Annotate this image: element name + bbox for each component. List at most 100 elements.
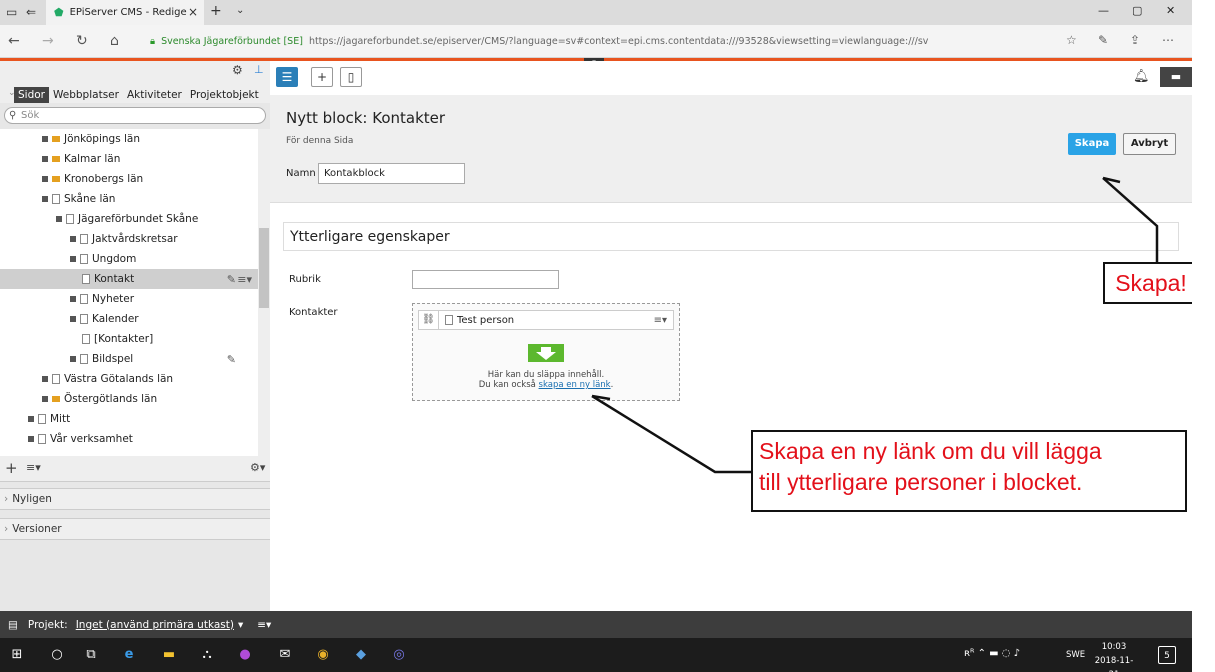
notes-icon[interactable]: ◆ <box>352 646 370 664</box>
project-menu-icon[interactable]: ≡▾ <box>257 619 271 631</box>
file-explorer-icon[interactable]: ▬ <box>160 646 178 664</box>
tree-item[interactable]: Skåne län <box>0 189 258 209</box>
expand-toggle-icon[interactable] <box>28 436 34 442</box>
share-icon[interactable]: ⇪ <box>1130 33 1140 47</box>
page-icon <box>38 434 46 444</box>
task-view-icon[interactable]: ⧉ <box>82 646 100 664</box>
contacts-label: Kontakter <box>289 307 338 318</box>
collapse-chevron-icon[interactable]: ⌄ <box>4 86 20 100</box>
home-icon[interactable]: ⌂ <box>110 33 119 49</box>
expand-toggle-icon[interactable] <box>70 356 76 362</box>
maximize-icon[interactable]: ▢ <box>1132 4 1142 17</box>
window-close-icon[interactable]: ✕ <box>1166 4 1175 17</box>
url-field[interactable]: 🔒︎ Svenska Jägareförbundet [SE] https://… <box>150 30 1060 52</box>
tree-item[interactable]: Kontakt ✎ ≡▾ <box>0 269 258 289</box>
tab-aside-icon[interactable]: ⇐ <box>26 5 36 19</box>
tree-item-label: Västra Götalands län <box>64 373 174 385</box>
name-input[interactable]: Kontakblock <box>318 163 465 184</box>
tree-item-menu-icon[interactable]: ≡▾ <box>237 273 252 286</box>
context-menu-icon[interactable]: ≡▾ <box>26 461 41 474</box>
forward-icon[interactable]: → <box>42 33 54 49</box>
expand-toggle-icon[interactable] <box>42 396 48 402</box>
clock[interactable]: 10:03 2018-11-21 <box>1094 640 1134 672</box>
add-content-button[interactable]: + <box>311 67 333 87</box>
expand-toggle-icon[interactable] <box>42 196 48 202</box>
pen-icon[interactable]: ✎ <box>1098 33 1108 47</box>
mail-icon[interactable]: ✉ <box>276 646 294 664</box>
back-icon[interactable]: ← <box>8 33 20 49</box>
expand-toggle-icon[interactable] <box>42 156 48 162</box>
tab-list-chevron-icon[interactable]: ⌄ <box>236 5 244 16</box>
system-tray-icons[interactable]: ʀᴿ ⌃ ▬ ◌ ♪ <box>964 648 1020 659</box>
windows-start-icon[interactable]: ⊞ <box>8 646 26 664</box>
edge-icon[interactable]: e <box>120 646 138 664</box>
favorites-icon[interactable]: ☆ <box>1066 33 1077 47</box>
tab-projektobjekt[interactable]: Projektobjekt <box>186 87 263 103</box>
notification-bell-icon[interactable]: 🔔︎ <box>1133 69 1150 84</box>
page-icon <box>52 374 60 384</box>
tree-item[interactable]: Mitt <box>0 409 258 429</box>
store-icon[interactable]: ⛬ <box>198 646 216 664</box>
tree-search-input[interactable]: ⚲ Sök <box>4 107 266 124</box>
browser-tab-bar: ▭ ⇐ ⬟ EPiServer CMS - Redige × + ⌄ — ▢ ✕ <box>0 0 1215 25</box>
project-selector[interactable]: Inget (använd primära utkast) <box>76 619 234 631</box>
create-button[interactable]: Skapa <box>1068 133 1116 155</box>
tree-item[interactable]: Nyheter <box>0 289 258 309</box>
expand-toggle-icon[interactable] <box>70 236 76 242</box>
new-tab-icon[interactable]: + <box>210 3 222 19</box>
input-language[interactable]: SWE <box>1066 650 1085 660</box>
tree-item[interactable]: Östergötlands län <box>0 389 258 409</box>
accordion-nyligen[interactable]: › Nyligen <box>0 488 270 510</box>
settings-gear-icon[interactable]: ⚙ <box>232 63 243 77</box>
app2-icon[interactable]: ◎ <box>390 646 408 664</box>
page-icon <box>38 414 46 424</box>
search-icon[interactable]: ○ <box>48 646 66 664</box>
tree-item[interactable]: Jönköpings län <box>0 129 258 149</box>
toggle-navigation-button[interactable]: ☰ <box>276 67 298 87</box>
edit-pencil-icon[interactable]: ✎ <box>227 273 236 286</box>
action-center-icon[interactable]: 5 <box>1158 646 1176 664</box>
minimize-icon[interactable]: — <box>1098 4 1109 17</box>
chrome-icon[interactable]: ◉ <box>314 646 332 664</box>
expand-toggle-icon[interactable] <box>42 376 48 382</box>
tree-item[interactable]: Kalender <box>0 309 258 329</box>
app-icon[interactable]: ● <box>236 646 254 664</box>
tab-aktiviteter[interactable]: Aktiviteter <box>123 87 186 103</box>
tab-webbplatser[interactable]: Webbplatser <box>49 87 123 103</box>
more-icon[interactable]: ⋯ <box>1162 33 1174 47</box>
expand-toggle-icon[interactable] <box>70 316 76 322</box>
add-icon[interactable]: + <box>5 459 18 477</box>
toggle-view-button[interactable]: ▯ <box>340 67 362 87</box>
tree-item[interactable]: Kronobergs län <box>0 169 258 189</box>
accordion-versioner[interactable]: › Versioner <box>0 518 270 540</box>
tree-item[interactable]: Jägareförbundet Skåne <box>0 209 258 229</box>
pin-icon[interactable]: ⊥ <box>254 63 264 76</box>
assets-pane-button[interactable]: ▬ <box>1160 67 1192 87</box>
browser-tab[interactable]: ⬟ EPiServer CMS - Redige × <box>46 0 204 25</box>
tree-item[interactable]: Ungdom <box>0 249 258 269</box>
tree-item[interactable]: Jaktvårdskretsar <box>0 229 258 249</box>
tree-settings-gear-icon[interactable]: ⚙▾ <box>250 461 265 474</box>
cancel-button[interactable]: Avbryt <box>1123 133 1176 155</box>
tab-title: EPiServer CMS - Redige <box>69 7 187 18</box>
tab-actions-icon[interactable]: ▭ <box>6 5 17 19</box>
tree-item[interactable]: Västra Götalands län <box>0 369 258 389</box>
rubrik-input[interactable] <box>412 270 559 289</box>
caret-down-icon[interactable]: ▾ <box>238 619 243 631</box>
tab-close-icon[interactable]: × <box>188 5 198 19</box>
expand-toggle-icon[interactable] <box>70 256 76 262</box>
edit-pencil-icon[interactable]: ✎ <box>227 353 236 366</box>
drop-arrow-icon <box>528 344 564 362</box>
tree-item-label: Kronobergs län <box>64 173 144 185</box>
tree-item[interactable]: Kalmar län <box>0 149 258 169</box>
tree-item[interactable]: Vår verksamhet <box>0 429 258 449</box>
expand-toggle-icon[interactable] <box>42 176 48 182</box>
tree-scrollbar-thumb[interactable] <box>259 228 269 308</box>
expand-toggle-icon[interactable] <box>70 296 76 302</box>
tree-item[interactable]: [Kontakter] <box>0 329 258 349</box>
expand-toggle-icon[interactable] <box>42 136 48 142</box>
tree-item[interactable]: Bildspel ✎ <box>0 349 258 369</box>
expand-toggle-icon[interactable] <box>28 416 34 422</box>
refresh-icon[interactable]: ↻ <box>76 33 88 49</box>
expand-toggle-icon[interactable] <box>56 216 62 222</box>
